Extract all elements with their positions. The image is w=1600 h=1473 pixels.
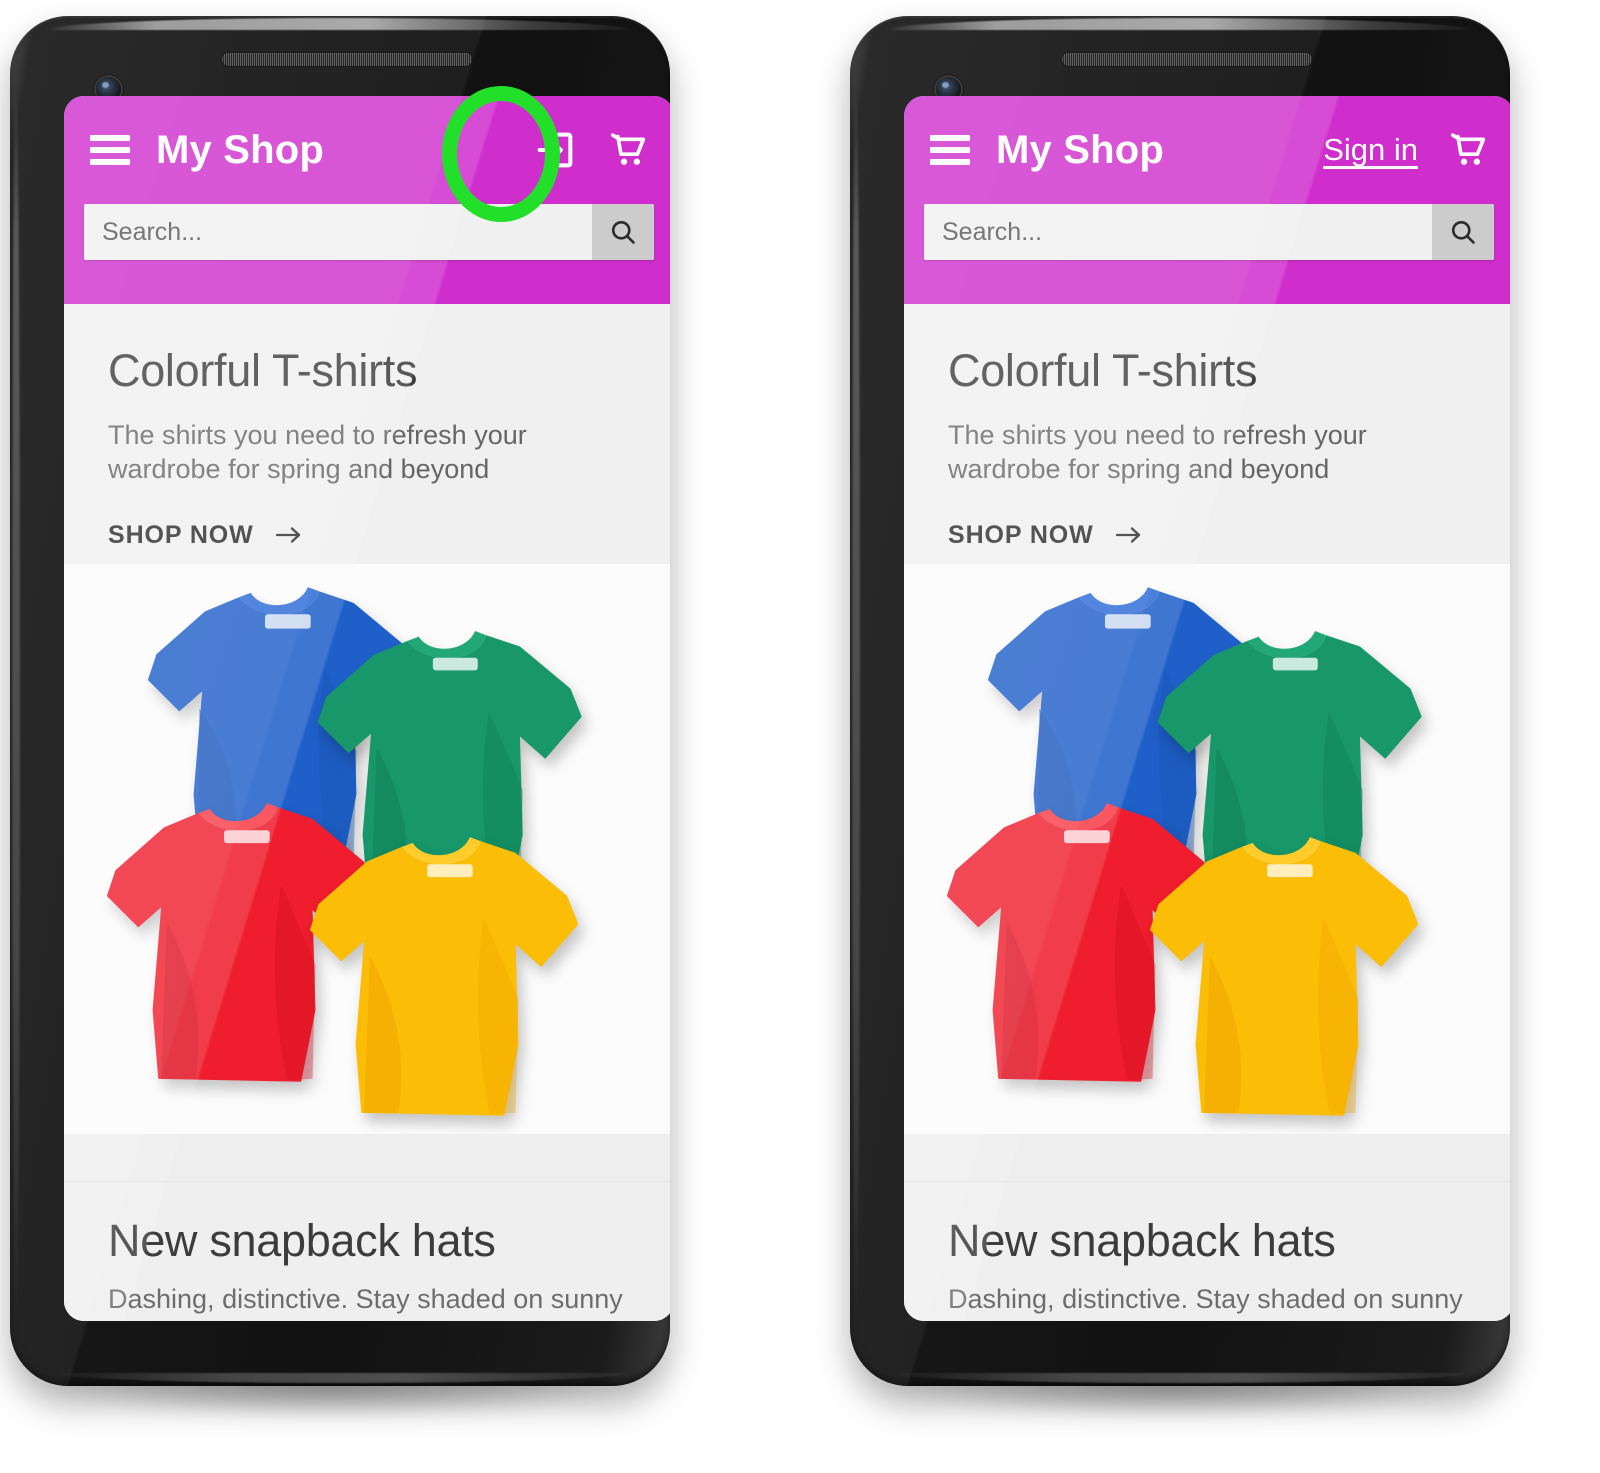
shop-now-label: SHOP NOW xyxy=(108,520,254,549)
yellow-tshirt xyxy=(1149,836,1419,1116)
shopping-cart-icon[interactable] xyxy=(1446,127,1492,173)
search-submit-button[interactable] xyxy=(1432,204,1494,260)
product-card-hats: New snapback hats Dashing, distinctive. … xyxy=(64,1181,670,1321)
search-row xyxy=(64,204,670,266)
page-body: Colorful T-shirts The shirts you need to… xyxy=(64,304,670,1321)
card-text-block: Colorful T-shirts The shirts you need to… xyxy=(904,304,1510,550)
card-title: Colorful T-shirts xyxy=(108,345,418,396)
arrow-right-icon xyxy=(1115,527,1140,543)
card-subtitle: Dashing, distinctive. Stay shaded on sun… xyxy=(948,1283,1463,1314)
app-title: My Shop xyxy=(996,127,1165,172)
product-card-hats: New snapback hats Dashing, distinctive. … xyxy=(904,1181,1510,1321)
card-subtitle: Dashing, distinctive. Stay shaded on sun… xyxy=(108,1283,623,1314)
frame-highlight-bottom xyxy=(896,1373,1466,1383)
search-field[interactable] xyxy=(84,204,654,260)
card-subtitle: The shirts you need to refresh your ward… xyxy=(108,419,527,485)
card-title: Colorful T-shirts xyxy=(948,345,1258,396)
frame-highlight-left xyxy=(852,86,860,1316)
app-title: My Shop xyxy=(156,127,325,172)
app-bar: My Shop xyxy=(64,96,670,304)
earpiece-speaker xyxy=(1062,53,1312,66)
shop-now-button[interactable]: SHOP NOW xyxy=(948,521,1144,550)
hero-product-image xyxy=(904,563,1510,1134)
hamburger-menu-icon[interactable] xyxy=(930,135,970,165)
page-body: Colorful T-shirts The shirts you need to… xyxy=(904,304,1510,1321)
app-bar-top-row: My Shop Sign in xyxy=(904,96,1510,204)
app-bar: My Shop Sign in xyxy=(904,96,1510,304)
product-card-tshirts: Colorful T-shirts The shirts you need to… xyxy=(64,304,670,1134)
search-row xyxy=(904,204,1510,266)
card-title: New snapback hats xyxy=(108,1215,496,1266)
app-bar-actions xyxy=(532,127,652,173)
frame-highlight-bottom xyxy=(56,1373,626,1383)
card-text-block: Colorful T-shirts The shirts you need to… xyxy=(64,304,670,550)
card-subtitle: The shirts you need to refresh your ward… xyxy=(948,419,1367,485)
app-bar-top-row: My Shop xyxy=(64,96,670,204)
search-input[interactable] xyxy=(84,204,592,260)
product-card-tshirts: Colorful T-shirts The shirts you need to… xyxy=(904,304,1510,1134)
phone-screen: My Shop Sign in Search... Colorful T-shi… xyxy=(904,96,1510,1321)
search-submit-button[interactable] xyxy=(592,204,654,260)
yellow-tshirt xyxy=(309,836,579,1116)
app-bar-actions: Sign in xyxy=(1323,127,1492,173)
earpiece-speaker xyxy=(222,53,472,66)
arrow-right-icon xyxy=(275,527,300,543)
comparison-screenshot: My Shop Search... Colorful T-shirts The … xyxy=(0,0,1600,1473)
shopping-cart-icon[interactable] xyxy=(606,127,652,173)
sign-in-link[interactable]: Sign in xyxy=(1323,132,1418,168)
search-input[interactable] xyxy=(924,204,1432,260)
right-phone-mockup: My Shop Sign in Search... Colorful T-shi… xyxy=(832,8,1532,1468)
frame-highlight-top xyxy=(890,18,1470,30)
frame-highlight-top xyxy=(50,18,630,30)
device-frame: My Shop Sign in Search... Colorful T-shi… xyxy=(850,16,1510,1386)
login-arrow-icon[interactable] xyxy=(532,127,578,173)
search-field[interactable] xyxy=(924,204,1494,260)
phone-screen: My Shop Search... Colorful T-shirts The … xyxy=(64,96,670,1321)
hero-product-image xyxy=(64,563,670,1134)
frame-highlight-left xyxy=(12,86,20,1316)
left-phone-mockup: My Shop Search... Colorful T-shirts The … xyxy=(0,8,692,1468)
hamburger-menu-icon[interactable] xyxy=(90,135,130,165)
device-frame: My Shop Search... Colorful T-shirts The … xyxy=(10,16,670,1386)
shop-now-label: SHOP NOW xyxy=(948,520,1094,549)
shop-now-button[interactable]: SHOP NOW xyxy=(108,521,304,550)
card-title: New snapback hats xyxy=(948,1215,1336,1266)
